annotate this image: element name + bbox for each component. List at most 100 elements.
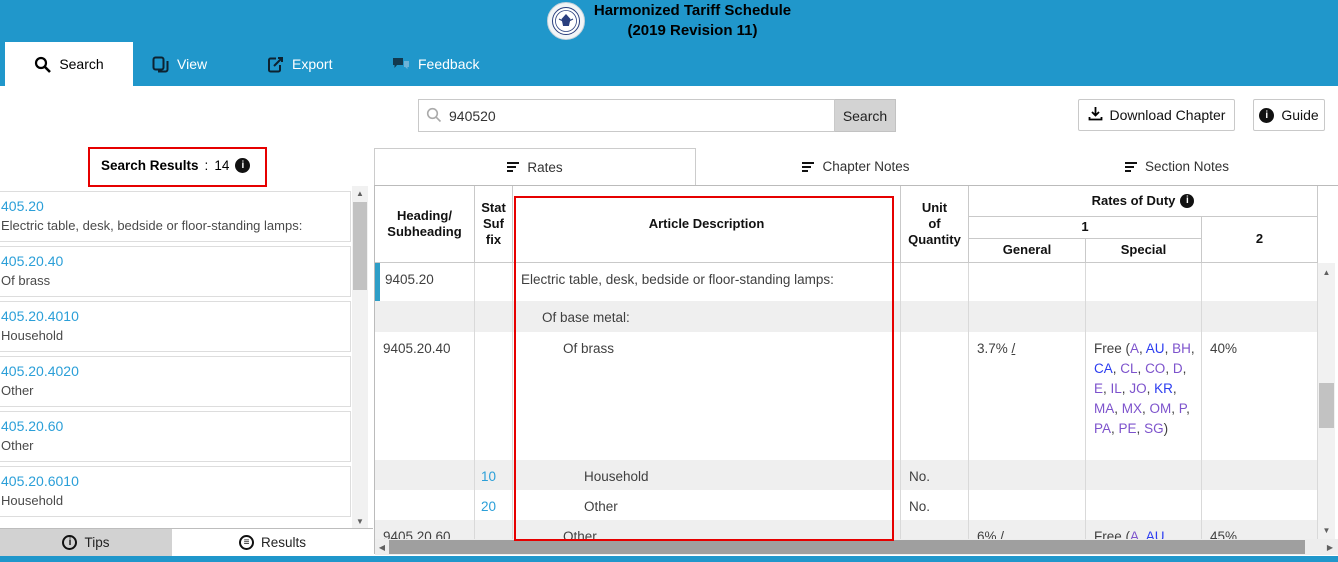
article-description-cell: Other <box>513 520 901 539</box>
country-code-link[interactable]: PE <box>1119 421 1137 436</box>
general-rate-cell: 6% / <box>969 520 1086 539</box>
country-code-link[interactable]: E <box>1094 381 1103 396</box>
table-vertical-scrollbar[interactable]: ▲ ▼ <box>1318 263 1335 539</box>
feedback-icon <box>392 56 410 72</box>
heading-cell <box>375 460 475 490</box>
list-item[interactable]: 405.20.60Other <box>0 411 351 462</box>
rates-of-duty-label: Rates of Duty <box>1092 193 1176 209</box>
nav-tab-view[interactable]: View <box>138 42 221 86</box>
country-code-link[interactable]: BH <box>1172 341 1191 356</box>
result-code-link[interactable]: 405.20.40 <box>1 251 340 271</box>
footnote-link[interactable]: / <box>1000 529 1004 539</box>
nav-tab-feedback[interactable]: Feedback <box>378 42 493 86</box>
country-code-link[interactable]: SG <box>1144 421 1164 436</box>
main-navbar: Search View Export Feedback <box>0 42 1338 86</box>
duty-2-cell <box>1202 460 1318 490</box>
col-header-duty-2: 2 <box>1202 217 1318 263</box>
stat-suffix-cell <box>475 332 513 460</box>
country-code-link[interactable]: JO <box>1129 381 1146 396</box>
bottom-blue-strip <box>0 556 1338 562</box>
unit-of-quantity-cell <box>901 520 969 539</box>
duty-2-cell <box>1202 301 1318 332</box>
sidebar-tab-results[interactable]: ≡ Results <box>172 528 373 556</box>
scroll-up-icon[interactable]: ▲ <box>352 186 368 200</box>
result-description: Other <box>1 436 340 456</box>
table-row: 9405.20.40Of brass3.7% /Free (A, AU, BH,… <box>375 332 1318 460</box>
nav-tab-export[interactable]: Export <box>253 42 346 86</box>
country-code-link[interactable]: CL <box>1120 361 1137 376</box>
general-rate-cell: 3.7% / <box>969 332 1086 460</box>
scroll-right-icon[interactable]: ▶ <box>1323 539 1337 555</box>
result-description: Electric table, desk, bedside or floor-s… <box>1 216 340 236</box>
country-code-link[interactable]: PA <box>1094 421 1111 436</box>
list-item[interactable]: 405.20.4020Other <box>0 356 351 407</box>
tips-info-icon: i <box>62 535 77 550</box>
country-code-link[interactable]: IL <box>1111 381 1122 396</box>
result-code-link[interactable]: 405.20.4010 <box>1 306 340 326</box>
scroll-down-icon[interactable]: ▼ <box>1318 523 1335 537</box>
result-code-link[interactable]: 405.20.60 <box>1 416 340 436</box>
search-results-header: Search Results : 14 i <box>88 147 263 183</box>
scroll-left-icon[interactable]: ◀ <box>375 539 389 555</box>
sidebar-scrollbar[interactable]: ▲ ▼ <box>352 186 368 528</box>
table-header: Heading/ Subheading Stat Suf fix Article… <box>375 186 1318 263</box>
special-rate-cell: Free (A, AU <box>1086 520 1202 539</box>
tab-rates[interactable]: Rates <box>374 148 696 185</box>
list-item[interactable]: 405.20.4010Household <box>0 301 351 352</box>
scroll-down-icon[interactable]: ▼ <box>352 514 368 528</box>
country-code-link[interactable]: KR <box>1154 381 1173 396</box>
sidebar-scrollbar-thumb[interactable] <box>353 202 367 290</box>
download-icon <box>1088 106 1103 124</box>
result-code-link[interactable]: 405.20.4020 <box>1 361 340 381</box>
footnote-link[interactable]: / <box>1012 341 1016 356</box>
list-item[interactable]: 405.20Electric table, desk, bedside or f… <box>0 191 351 242</box>
table-hscrollbar-thumb[interactable] <box>389 540 1305 554</box>
result-code-link[interactable]: 405.20.6010 <box>1 471 340 491</box>
country-code-link[interactable]: A <box>1130 529 1139 539</box>
search-input[interactable] <box>418 99 835 132</box>
result-description: Household <box>1 491 340 511</box>
tab-rates-label: Rates <box>527 160 562 175</box>
tab-chapter-notes[interactable]: Chapter Notes <box>696 148 1016 185</box>
special-rate-cell <box>1086 460 1202 490</box>
nav-tab-label: Feedback <box>418 56 479 72</box>
list-item[interactable]: 405.20.6010Household <box>0 466 351 517</box>
country-code-link[interactable]: CO <box>1145 361 1165 376</box>
country-code-link[interactable]: CA <box>1094 361 1113 376</box>
sidebar-tab-tips[interactable]: i Tips <box>0 528 172 556</box>
country-code-link[interactable]: A <box>1130 341 1139 356</box>
country-code-link[interactable]: AU <box>1146 341 1165 356</box>
col-header-general: General <box>969 239 1086 263</box>
country-code-link[interactable]: P <box>1179 401 1186 416</box>
search-input-wrap <box>418 99 835 132</box>
search-button[interactable]: Search <box>835 99 896 132</box>
country-code-link[interactable]: OM <box>1150 401 1172 416</box>
table-scrollbar-thumb[interactable] <box>1319 383 1334 428</box>
list-item[interactable]: 405.20.40Of brass <box>0 246 351 297</box>
results-info-icon[interactable]: i <box>235 158 250 173</box>
download-chapter-button[interactable]: Download Chapter <box>1078 99 1235 131</box>
rates-info-icon[interactable]: i <box>1180 194 1194 208</box>
stat-suffix-cell: 10 <box>475 460 513 490</box>
country-code-link[interactable]: MA <box>1094 401 1114 416</box>
tab-section-notes[interactable]: Section Notes <box>1016 148 1338 185</box>
result-code-link[interactable]: 405.20 <box>1 196 340 216</box>
nav-tab-label: Export <box>292 56 332 72</box>
country-code-link[interactable]: D <box>1173 361 1183 376</box>
col-header-heading-subheading: Heading/ Subheading <box>375 186 475 263</box>
country-code-link[interactable]: AU <box>1146 529 1165 539</box>
scroll-up-icon[interactable]: ▲ <box>1318 265 1335 279</box>
table-body: 9405.20Electric table, desk, bedside or … <box>375 263 1318 539</box>
stat-suffix-cell <box>475 301 513 332</box>
stat-suffix-link[interactable]: 10 <box>481 469 496 484</box>
nav-tab-label: View <box>177 56 207 72</box>
country-code-link[interactable]: MX <box>1122 401 1142 416</box>
rates-table: Heading/ Subheading Stat Suf fix Article… <box>374 185 1338 554</box>
nav-tab-search[interactable]: Search <box>5 42 133 86</box>
stat-suffix-link[interactable]: 20 <box>481 499 496 514</box>
guide-button[interactable]: i Guide <box>1253 99 1325 131</box>
stat-suffix-cell <box>475 520 513 539</box>
table-horizontal-scrollbar[interactable]: ◀ ▶ <box>375 539 1338 555</box>
duty-2-cell: 40% <box>1202 332 1318 460</box>
result-description: Of brass <box>1 271 340 291</box>
